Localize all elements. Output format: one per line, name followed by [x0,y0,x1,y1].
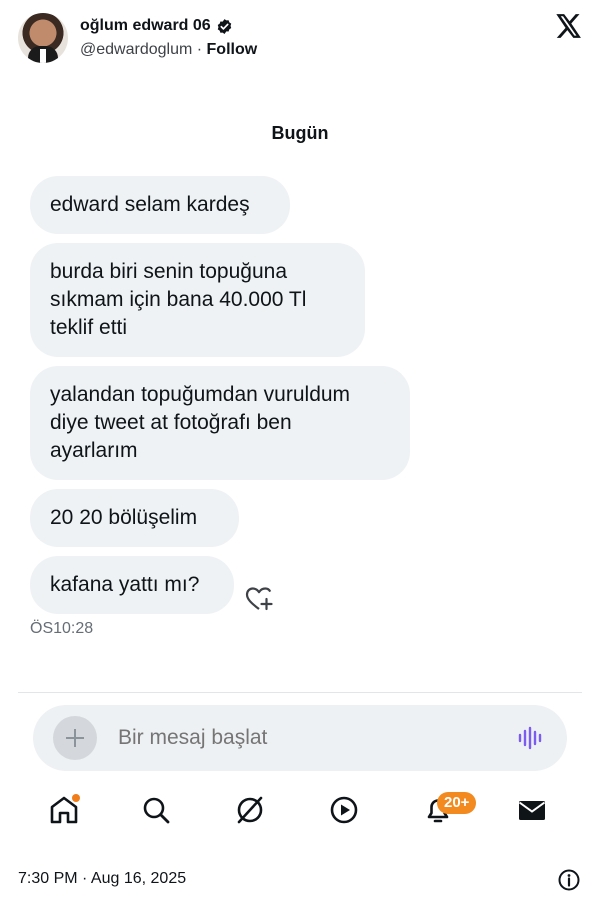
x-logo-icon[interactable] [556,14,582,38]
message-bubble[interactable]: 20 20 bölüşelim [30,489,239,547]
voice-wave-icon[interactable] [518,726,544,750]
grok-icon [237,796,263,824]
mail-icon [518,801,546,820]
message-bubble[interactable]: yalandan topuğumdan vuruldum diye tweet … [30,366,410,480]
author-line: oğlum edward 06 [80,17,233,35]
home-unread-dot [72,794,80,802]
nav-messages[interactable] [516,794,552,830]
search-icon [143,797,170,824]
nav-search[interactable] [140,794,176,830]
author-avatar[interactable] [18,13,68,63]
message-input[interactable] [118,724,498,752]
nav-grok[interactable] [234,794,270,830]
info-icon[interactable] [558,869,580,891]
nav-home[interactable] [48,794,84,830]
notifications-badge: 20+ [437,792,477,814]
message-timestamp: ÖS10:28 [30,620,94,637]
nav-video[interactable] [328,794,364,830]
heart-plus-icon[interactable] [245,586,273,612]
author-handle-line: @edwardoglum · Follow [80,41,257,59]
message-bubble[interactable]: edward selam kardeş [30,176,290,234]
bottom-navigation [0,788,600,838]
tweet-header: oğlum edward 06 @edwardoglum · Follow [0,0,600,70]
message-composer [33,705,567,771]
tweet-timestamp[interactable]: 7:30 PM · Aug 16, 2025 [18,870,186,888]
message-bubble[interactable]: kafana yattı mı? [30,556,234,614]
video-play-icon [330,796,358,824]
author-display-name[interactable]: oğlum edward 06 [80,17,211,35]
follow-button[interactable]: Follow [207,41,258,58]
add-attachment-button[interactable] [53,716,97,760]
message-bubble[interactable]: burda biri senin topuğuna sıkmam için ba… [30,243,365,357]
verified-badge-icon [217,18,231,34]
composer-divider [18,692,582,693]
date-separator: Bugün [271,123,329,143]
handle-separator: · [192,41,207,58]
author-handle[interactable]: @edwardoglum [80,41,192,58]
